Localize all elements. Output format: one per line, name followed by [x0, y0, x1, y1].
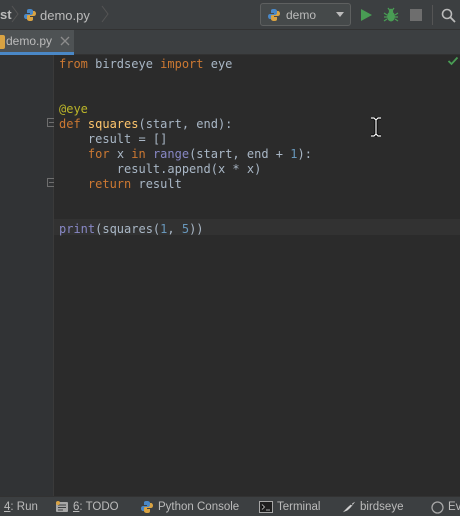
- code-token: (start, end +: [189, 147, 291, 161]
- code-token: 5: [181, 222, 190, 236]
- tool-terminal[interactable]: Terminal: [259, 497, 320, 516]
- code-token: in: [131, 147, 153, 161]
- code-token: (start, end):: [138, 117, 233, 131]
- run-button[interactable]: [356, 5, 376, 25]
- tab-label: demo.py: [6, 34, 53, 48]
- code-line[interactable]: result = []: [59, 131, 167, 147]
- debug-button[interactable]: [381, 5, 401, 25]
- inspection-ok-icon[interactable]: [447, 55, 459, 67]
- code-token: result = []: [59, 132, 168, 146]
- code-token: birdseye: [95, 57, 161, 71]
- tool-birdseye-label: birdseye: [360, 501, 404, 513]
- python-file-icon: [0, 35, 5, 49]
- tool-python-console-label: Python Console: [158, 501, 240, 513]
- breadcrumb-file-label: demo.py: [40, 7, 90, 23]
- run-icon: [361, 9, 372, 21]
- code-token: return: [87, 177, 139, 191]
- birdseye-icon: [342, 500, 356, 514]
- run-configuration-select[interactable]: demo: [260, 3, 351, 26]
- tool-python-console[interactable]: Python Console: [140, 497, 239, 516]
- code-line[interactable]: result.append(x * x): [59, 161, 262, 177]
- code-line[interactable]: return result: [59, 176, 182, 192]
- text-cursor-icon: [371, 117, 381, 137]
- code-token: @eye: [59, 102, 88, 116]
- code-token: x: [116, 147, 132, 161]
- code-token: ,: [167, 222, 182, 236]
- code-token: print: [59, 222, 96, 236]
- tool-todo[interactable]: 6: TODO: [55, 497, 119, 516]
- code-token: eye: [210, 57, 233, 71]
- tool-window-bar: 4: Run 6: TODO Python Console Terminal b…: [0, 496, 460, 516]
- navigation-bar: st demo.py demo: [0, 0, 460, 30]
- stop-icon: [410, 9, 422, 21]
- code-token: import: [160, 57, 211, 71]
- code-token: for: [87, 147, 117, 161]
- code-line[interactable]: for x in range(start, end + 1):: [59, 146, 312, 162]
- editor-gutter[interactable]: [0, 55, 56, 496]
- code-token: result.append(x * x): [59, 162, 262, 176]
- tool-todo-label: : TODO: [79, 501, 119, 513]
- code-line[interactable]: def squares(start, end):: [59, 116, 232, 132]
- breadcrumb-project[interactable]: st: [0, 7, 12, 22]
- python-config-icon: [268, 8, 280, 21]
- toolbar-divider: [432, 5, 433, 25]
- code-token: result: [138, 177, 182, 191]
- tool-event-log-label: Ev: [448, 501, 460, 513]
- debug-bug-icon: [383, 7, 399, 22]
- code-token: )): [189, 222, 204, 236]
- tool-terminal-label: Terminal: [277, 501, 321, 513]
- run-configuration-label: demo: [286, 7, 317, 22]
- code-token: squares: [87, 117, 139, 131]
- terminal-icon: [259, 500, 273, 514]
- stop-button[interactable]: [406, 5, 426, 25]
- code-token: def: [59, 117, 88, 131]
- search-everywhere-button[interactable]: [438, 5, 458, 25]
- tool-run-label: : Run: [10, 501, 38, 513]
- search-icon: [441, 8, 456, 23]
- chevron-down-icon: [336, 12, 344, 17]
- close-icon[interactable]: [60, 36, 70, 46]
- todo-icon: [55, 500, 69, 514]
- editor-tabs: demo.py: [0, 30, 460, 55]
- tool-birdseye[interactable]: birdseye: [342, 497, 403, 516]
- python-file-icon: [24, 9, 36, 21]
- breadcrumb-separator-icon: [11, 5, 19, 23]
- code-editor[interactable]: from birdseye import eye @eye def squares(…: [54, 55, 460, 496]
- code-token: range: [152, 147, 190, 161]
- code-token: (squares(: [95, 222, 161, 236]
- breadcrumb-file[interactable]: demo.py: [23, 5, 90, 25]
- code-line[interactable]: print(squares(1, 5)): [59, 221, 204, 237]
- event-log-icon: [430, 500, 444, 514]
- tool-run[interactable]: 4: Run: [4, 497, 38, 516]
- tool-event-log[interactable]: Ev: [430, 497, 460, 516]
- tab-demo-py[interactable]: demo.py: [0, 30, 74, 55]
- breadcrumb-separator-icon: [101, 5, 109, 23]
- python-console-icon: [140, 500, 154, 514]
- code-line[interactable]: @eye: [59, 101, 88, 117]
- code-token: from: [59, 57, 96, 71]
- code-token: ):: [297, 147, 312, 161]
- code-line[interactable]: from birdseye import eye: [59, 56, 232, 72]
